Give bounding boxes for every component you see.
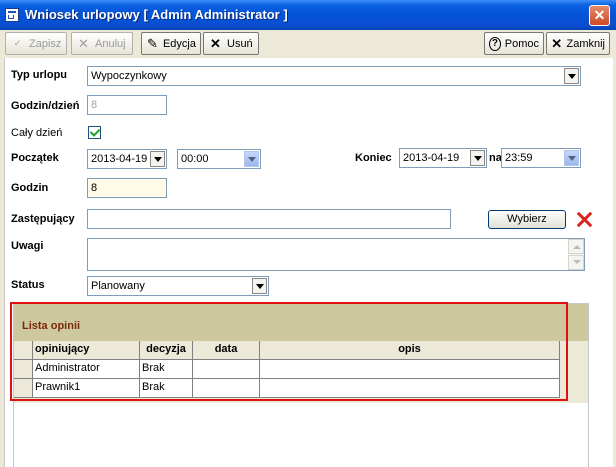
- edit-pencil-icon: ✎: [147, 36, 158, 51]
- leave-type-select[interactable]: Wypoczynkowy: [87, 66, 581, 86]
- title-bar: Wniosek urlopowy [ Admin Administrator ]…: [0, 0, 616, 30]
- end-date-picker[interactable]: 2013-04-19: [399, 148, 487, 168]
- choose-substitute-button[interactable]: Wybierz: [488, 210, 566, 229]
- start-time-select[interactable]: 00:00: [177, 149, 261, 169]
- dropdown-arrow-icon[interactable]: [252, 278, 267, 294]
- highlight-box: [10, 302, 568, 401]
- save-button[interactable]: ✓ Zapisz: [5, 32, 67, 55]
- hours-label: Godzin: [11, 182, 49, 194]
- substitute-label: Zastępujący: [11, 213, 75, 225]
- status-select[interactable]: Planowany: [87, 276, 269, 296]
- end-time-select[interactable]: 23:59: [501, 148, 581, 168]
- edit-button[interactable]: ✎ Edycja: [141, 32, 201, 55]
- help-button[interactable]: ? Pomoc: [484, 32, 544, 55]
- dropdown-arrow-icon[interactable]: [150, 151, 165, 167]
- substitute-field[interactable]: [87, 209, 451, 229]
- close-button[interactable]: ✕ Zamknij: [546, 32, 610, 55]
- window-title: Wniosek urlopowy [ Admin Administrator ]: [25, 7, 288, 22]
- form-icon: [5, 8, 19, 22]
- notes-scrollbar[interactable]: [568, 239, 584, 270]
- status-label: Status: [11, 279, 45, 291]
- dropdown-arrow-icon[interactable]: [564, 68, 579, 84]
- close-x-icon: ✕: [551, 36, 563, 51]
- hours-field[interactable]: 8: [87, 178, 167, 198]
- delete-button[interactable]: ✕ Usuń: [203, 32, 259, 55]
- start-date-picker[interactable]: 2013-04-19: [87, 149, 167, 169]
- notes-textarea[interactable]: [87, 238, 585, 271]
- delete-x-icon: ✕: [210, 36, 221, 51]
- save-ok-icon: ✓: [13, 38, 22, 48]
- clear-substitute-icon[interactable]: [575, 210, 594, 229]
- full-day-label: Cały dzień: [11, 127, 63, 139]
- dropdown-arrow-icon[interactable]: [244, 151, 259, 167]
- leave-request-window: Wniosek urlopowy [ Admin Administrator ]…: [0, 0, 616, 467]
- end-label: Koniec: [355, 152, 392, 164]
- end-on-label: na: [489, 152, 502, 164]
- help-question-icon: ?: [489, 36, 501, 51]
- start-label: Początek: [11, 152, 59, 164]
- notes-label: Uwagi: [11, 240, 44, 252]
- hours-per-day-field[interactable]: 8: [87, 95, 167, 115]
- hours-per-day-label: Godzin/dzień: [11, 100, 80, 112]
- dropdown-arrow-icon[interactable]: [564, 150, 579, 166]
- leave-type-label: Typ urlopu: [11, 69, 68, 81]
- form-area: Typ urlopu Wypoczynkowy Godzin/dzień 8 C…: [4, 58, 613, 467]
- cancel-button[interactable]: ✕ Anuluj: [71, 32, 133, 55]
- scroll-down-icon[interactable]: [568, 255, 584, 270]
- cancel-x-icon: ✕: [78, 36, 89, 51]
- scroll-up-icon[interactable]: [568, 239, 584, 254]
- dropdown-arrow-icon[interactable]: [470, 150, 485, 166]
- toolbar: ✓ Zapisz ✕ Anuluj ✎ Edycja ✕ Usuń ? Pomo…: [4, 31, 612, 57]
- window-close-button[interactable]: ✕: [589, 5, 610, 26]
- full-day-checkbox[interactable]: [88, 126, 101, 139]
